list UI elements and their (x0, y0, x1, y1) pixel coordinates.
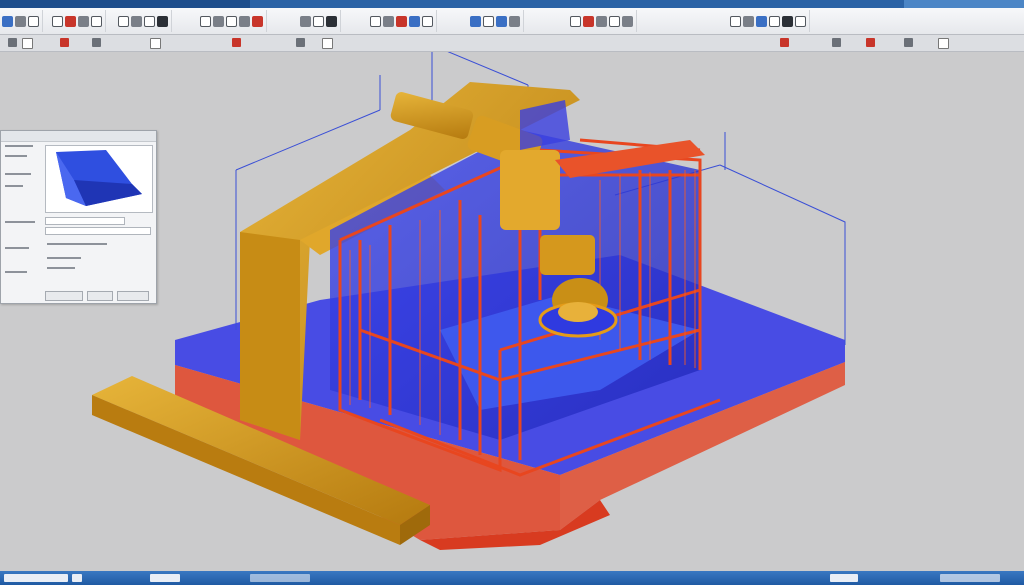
help-group (730, 10, 810, 32)
mesh-group (300, 10, 341, 32)
taskbar-item[interactable] (830, 574, 858, 582)
export-icon[interactable] (609, 15, 620, 27)
annotate-icon[interactable] (583, 15, 594, 27)
panel-label (5, 185, 23, 187)
measure-icon[interactable] (570, 15, 581, 27)
cancel-button[interactable] (117, 291, 149, 301)
taskbar-item[interactable] (72, 574, 82, 582)
report-icon[interactable] (596, 15, 607, 27)
property-field[interactable] (45, 217, 125, 225)
file-group (2, 10, 43, 32)
panel-label (5, 271, 27, 273)
system-tray[interactable] (940, 574, 1000, 582)
record-icon[interactable] (780, 38, 789, 47)
measure-angle-icon[interactable] (782, 15, 793, 27)
panel-label (5, 173, 31, 175)
panel-label (5, 145, 33, 147)
undo-icon[interactable] (78, 15, 89, 27)
light-icon[interactable] (743, 15, 754, 27)
wireframe-icon[interactable] (483, 15, 494, 27)
properties-panel (0, 130, 157, 304)
panel-label (47, 267, 75, 269)
solve-icon[interactable] (396, 15, 407, 27)
extrude-icon[interactable] (213, 15, 224, 27)
taskbar-item[interactable] (4, 574, 68, 582)
probe-icon[interactable] (422, 15, 433, 27)
filter-icon[interactable] (22, 38, 33, 49)
camera-icon[interactable] (730, 15, 741, 27)
refine-icon[interactable] (313, 15, 324, 27)
results-icon[interactable] (409, 15, 420, 27)
mesh-icon[interactable] (300, 15, 311, 27)
help-icon[interactable] (795, 15, 806, 27)
taskbar (0, 571, 1024, 585)
part-preview-shape (56, 150, 142, 206)
panel-header (1, 131, 156, 142)
panel-label (5, 155, 27, 157)
filter-right-icon[interactable] (832, 38, 841, 47)
panel-label (47, 257, 81, 259)
grid-icon[interactable] (150, 38, 161, 49)
redo-icon[interactable] (91, 15, 102, 27)
view-iso-icon[interactable] (131, 15, 142, 27)
window-title-bar (0, 0, 1024, 8)
element-icon[interactable] (326, 15, 337, 27)
title-accent (0, 0, 250, 8)
layer-icon[interactable] (92, 38, 101, 47)
view-front-icon[interactable] (118, 15, 129, 27)
copy-icon[interactable] (52, 15, 63, 27)
window-controls[interactable] (904, 0, 1024, 8)
fillet-icon[interactable] (239, 15, 250, 27)
panel-label (47, 243, 107, 245)
snap-icon[interactable] (232, 38, 241, 47)
expand-icon[interactable] (938, 38, 949, 49)
display-group (470, 10, 524, 32)
zoom-icon[interactable] (144, 15, 155, 27)
plane-icon[interactable] (322, 38, 333, 49)
select-icon[interactable] (8, 38, 17, 47)
section-icon[interactable] (509, 15, 520, 27)
options-icon[interactable] (904, 38, 913, 47)
new-file-icon[interactable] (2, 15, 13, 27)
panel-label (5, 221, 35, 223)
marker-icon[interactable] (60, 38, 69, 47)
ribbon-toolbar (0, 8, 1024, 35)
view-group (118, 10, 172, 32)
part-preview[interactable] (45, 145, 153, 213)
property-field[interactable] (45, 227, 151, 235)
shaded-icon[interactable] (470, 15, 481, 27)
lock-icon[interactable] (769, 15, 780, 27)
transparency-icon[interactable] (496, 15, 507, 27)
boolean-icon[interactable] (252, 15, 263, 27)
constraint-icon[interactable] (383, 15, 394, 27)
pan-icon[interactable] (157, 15, 168, 27)
tools-group (570, 10, 637, 32)
apply-button[interactable] (87, 291, 113, 301)
settings-icon[interactable] (622, 15, 633, 27)
open-file-icon[interactable] (15, 15, 26, 27)
ok-button[interactable] (45, 291, 83, 301)
panel-label (5, 247, 29, 249)
edit-group (52, 10, 106, 32)
render-icon[interactable] (756, 15, 767, 27)
save-icon[interactable] (28, 15, 39, 27)
analysis-group (370, 10, 437, 32)
sketch-icon[interactable] (200, 15, 211, 27)
delete-icon[interactable] (65, 15, 76, 27)
secondary-toolbar (0, 35, 1024, 52)
taskbar-item[interactable] (250, 574, 310, 582)
revolve-icon[interactable] (226, 15, 237, 27)
axis-icon[interactable] (296, 38, 305, 47)
load-icon[interactable] (370, 15, 381, 27)
taskbar-item[interactable] (150, 574, 180, 582)
geometry-group (200, 10, 267, 32)
alert-icon[interactable] (866, 38, 875, 47)
